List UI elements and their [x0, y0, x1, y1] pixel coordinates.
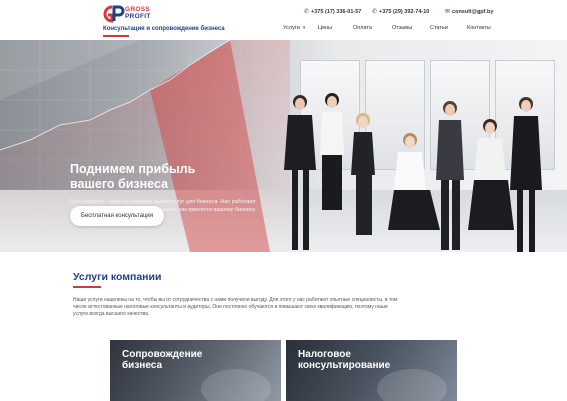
- contact-phone-1[interactable]: ✆ +375 (17) 336-01-57: [304, 8, 362, 16]
- service-card-title-line1: Сопровождение: [122, 349, 203, 360]
- main-nav: Услуги ▼ Цены Оплата Отзывы Статьи Контак…: [0, 25, 567, 35]
- service-card-title: Сопровождение бизнеса: [122, 349, 272, 371]
- free-consultation-button[interactable]: Бесплатная консультация: [70, 206, 164, 226]
- logo-underline: [103, 35, 129, 37]
- nav-item-services[interactable]: Услуги ▼: [283, 25, 306, 31]
- hero-title-line2: вашего бизнеса: [70, 177, 169, 191]
- chevron-down-icon: ▼: [301, 25, 307, 30]
- person-figure: [320, 93, 344, 210]
- person-figure: [351, 113, 375, 235]
- person-figure: [510, 97, 542, 252]
- service-card-business-support[interactable]: Сопровождение бизнеса: [110, 340, 281, 401]
- service-card-title-line1: Налоговое: [298, 349, 351, 360]
- card-photo-detail: [201, 369, 271, 401]
- header-contacts: ✆ +375 (17) 336-01-57 ✆ +375 (29) 392-74…: [0, 8, 567, 18]
- contact-phone-2[interactable]: ✆ +375 (29) 392-74-10: [372, 8, 430, 16]
- phone-icon: ✆: [372, 9, 378, 15]
- service-card-title-line2: консультирование: [298, 360, 391, 371]
- services-heading: Услуги компании: [73, 271, 162, 283]
- site-header: GROSS PROFIT Консультация и сопровождени…: [0, 0, 567, 40]
- nav-item-contacts[interactable]: Контакты: [467, 25, 491, 31]
- contact-phone-1-text: +375 (17) 336-01-57: [311, 8, 362, 15]
- team-photo: [284, 93, 542, 252]
- mail-icon: ✉: [445, 9, 451, 15]
- person-figure: [468, 119, 514, 230]
- nav-item-prices[interactable]: Цены: [318, 25, 332, 31]
- hero-title-line1: Поднимем прибыль: [70, 162, 196, 176]
- nav-item-services-label: Услуги: [283, 25, 300, 31]
- service-card-title-line2: бизнеса: [122, 360, 163, 371]
- nav-item-reviews[interactable]: Отзывы: [392, 25, 412, 31]
- contact-phone-2-text: +375 (29) 392-74-10: [379, 8, 430, 15]
- person-figure: [284, 95, 316, 250]
- person-figure: [436, 101, 464, 250]
- contact-email-text: consult@gpf.by: [452, 8, 494, 15]
- phone-icon: ✆: [304, 9, 310, 15]
- service-card-title: Налоговое консультирование: [298, 349, 448, 371]
- services-description: Наши услуги нацелены на то, чтобы вы от …: [73, 297, 398, 317]
- nav-item-articles[interactable]: Статьи: [430, 25, 448, 31]
- person-figure: [388, 133, 440, 230]
- contact-email[interactable]: ✉ consult@gpf.by: [445, 8, 494, 16]
- card-photo-detail: [377, 369, 447, 401]
- service-card-tax-consulting[interactable]: Налоговое консультирование: [286, 340, 457, 401]
- services-heading-underline: [73, 286, 101, 288]
- nav-item-payment[interactable]: Оплата: [353, 25, 372, 31]
- hero-title: Поднимем прибыль вашего бизнеса: [70, 162, 270, 192]
